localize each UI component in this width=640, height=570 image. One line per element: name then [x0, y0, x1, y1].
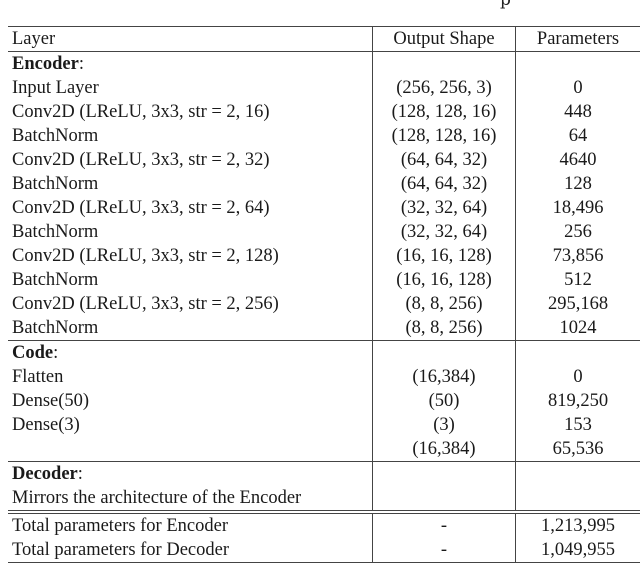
section-params-empty [515, 340, 640, 365]
table-row: BatchNorm (128, 128, 16) 64 [8, 124, 640, 148]
parameters-cell: 512 [515, 268, 640, 292]
output-shape-cell: (16, 16, 128) [372, 244, 516, 268]
parameters-cell: 819,250 [515, 389, 640, 413]
parameters-cell: 65,536 [515, 437, 640, 462]
section-title: Decoder: [8, 461, 373, 486]
parameters-cell: 295,168 [515, 292, 640, 316]
output-shape-cell: (32, 32, 64) [372, 220, 516, 244]
output-shape-cell: (128, 128, 16) [372, 100, 516, 124]
parameters-cell: 153 [515, 413, 640, 437]
section-params-empty [515, 461, 640, 486]
table-row: Conv2D (LReLU, 3x3, str = 2, 32) (64, 64,… [8, 148, 640, 172]
output-shape-cell: (64, 64, 32) [372, 172, 516, 196]
output-shape-cell: (8, 8, 256) [372, 292, 516, 316]
layer-cell: Conv2D (LReLU, 3x3, str = 2, 256) [12, 294, 279, 314]
header-parameters: Parameters [515, 26, 640, 52]
table-row: Flatten (16,384) 0 [8, 365, 640, 389]
layer-cell: Conv2D (LReLU, 3x3, str = 2, 128) [12, 246, 279, 266]
total-params-cell: 1,049,955 [515, 538, 640, 563]
section-title: Encoder: [8, 51, 373, 76]
section-title-suffix: : [77, 464, 83, 484]
layer-cell: Dense(3) [12, 415, 80, 435]
output-shape-cell [372, 486, 516, 512]
section-title-row: Decoder: [8, 461, 640, 486]
total-params-cell: 1,213,995 [515, 510, 640, 538]
section-shape-empty [372, 340, 516, 365]
section-title-text: Code [12, 343, 54, 363]
layer-cell: Conv2D (LReLU, 3x3, str = 2, 16) [12, 102, 270, 122]
parameters-cell: 73,856 [515, 244, 640, 268]
table-row: Dense(50) (50) 819,250 [8, 389, 640, 413]
section-shape-empty [372, 461, 516, 486]
output-shape-cell: (3) [372, 413, 516, 437]
parameters-cell: 18,496 [515, 196, 640, 220]
parameters-cell: 448 [515, 100, 640, 124]
table-row: BatchNorm (8, 8, 256) 1024 [8, 316, 640, 341]
header-layer: Layer [8, 26, 373, 52]
total-label-cell: Total parameters for Encoder [8, 510, 373, 538]
total-shape-cell: - [372, 510, 516, 538]
layer-cell [8, 437, 373, 462]
section-title-text: Encoder [12, 54, 79, 74]
total-label-cell: Total parameters for Decoder [8, 538, 373, 563]
table-row: Input Layer (256, 256, 3) 0 [8, 76, 640, 100]
section-title-suffix: : [78, 54, 84, 74]
output-shape-cell: (8, 8, 256) [372, 316, 516, 341]
output-shape-cell: (16, 16, 128) [372, 268, 516, 292]
output-shape-cell: (128, 128, 16) [372, 124, 516, 148]
layer-cell: BatchNorm [12, 222, 99, 242]
table-row: Conv2D (LReLU, 3x3, str = 2, 64) (32, 32,… [8, 196, 640, 220]
total-row: Total parameters for Decoder -1,049,955 [8, 538, 640, 563]
section-params-empty [515, 51, 640, 76]
table-row: Conv2D (LReLU, 3x3, str = 2, 256) (8, 8, … [8, 292, 640, 316]
layer-cell: BatchNorm [12, 126, 99, 146]
table-row: Dense(3) (3) 153 [8, 413, 640, 437]
table-row: BatchNorm (16, 16, 128) 512 [8, 268, 640, 292]
section-title-row: Encoder: [8, 51, 640, 76]
table-row: (16,384) 65,536 [8, 437, 640, 462]
parameters-cell: 0 [515, 76, 640, 100]
table-row: Conv2D (LReLU, 3x3, str = 2, 16) (128, 12… [8, 100, 640, 124]
total-row: Total parameters for Encoder -1,213,995 [8, 510, 640, 538]
parameters-cell: 128 [515, 172, 640, 196]
parameters-cell: 256 [515, 220, 640, 244]
output-shape-cell: (64, 64, 32) [372, 148, 516, 172]
layer-cell: Input Layer [12, 78, 99, 98]
section-title: Code: [8, 340, 373, 365]
parameters-cell [515, 486, 640, 512]
section-title-suffix: : [53, 343, 59, 363]
header-output-shape: Output Shape [372, 26, 516, 52]
parameters-cell: 0 [515, 365, 640, 389]
caption-fragment: p [500, 0, 511, 10]
total-shape-cell: - [372, 538, 516, 563]
layer-cell: BatchNorm [12, 270, 99, 290]
layer-cell: Mirrors the architecture of the Encoder [12, 488, 302, 508]
section-title-row: Code: [8, 340, 640, 365]
layer-cell: Dense(50) [12, 391, 90, 411]
architecture-table: Layer Output Shape Parameters Encoder: In… [8, 26, 640, 563]
table-header-row: Layer Output Shape Parameters [8, 26, 640, 52]
output-shape-cell: (256, 256, 3) [372, 76, 516, 100]
layer-cell: BatchNorm [12, 318, 99, 338]
layer-cell: Conv2D (LReLU, 3x3, str = 2, 32) [12, 150, 270, 170]
table-row: BatchNorm (64, 64, 32) 128 [8, 172, 640, 196]
section-title-text: Decoder [12, 464, 78, 484]
section-shape-empty [372, 51, 516, 76]
table-row: BatchNorm (32, 32, 64) 256 [8, 220, 640, 244]
output-shape-cell: (16,384) [372, 365, 516, 389]
output-shape-cell: (16,384) [372, 437, 516, 462]
layer-cell: Conv2D (LReLU, 3x3, str = 2, 64) [12, 198, 270, 218]
layer-cell: BatchNorm [12, 174, 99, 194]
layer-cell: Flatten [12, 367, 64, 387]
output-shape-cell: (50) [372, 389, 516, 413]
parameters-cell: 64 [515, 124, 640, 148]
parameters-cell: 1024 [515, 316, 640, 341]
table-row: Mirrors the architecture of the Encoder [8, 486, 640, 512]
parameters-cell: 4640 [515, 148, 640, 172]
output-shape-cell: (32, 32, 64) [372, 196, 516, 220]
table-row: Conv2D (LReLU, 3x3, str = 2, 128) (16, 16… [8, 244, 640, 268]
